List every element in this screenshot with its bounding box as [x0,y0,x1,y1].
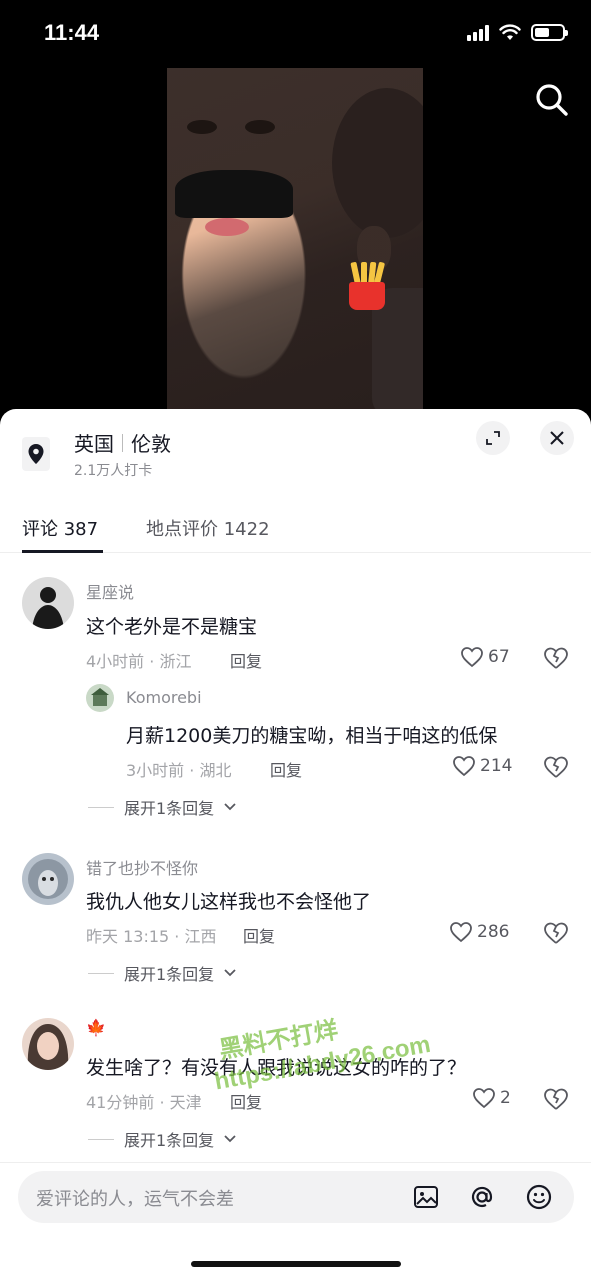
comment-username[interactable]: 错了也抄不怪你 [86,855,198,879]
video-eye-right [245,120,275,134]
home-indicator[interactable] [191,1261,401,1267]
like-count: 286 [477,922,510,942]
avatar[interactable] [22,1018,74,1070]
avatar[interactable] [22,577,74,629]
like-button[interactable]: 286 [449,921,509,943]
heart-icon [473,1088,495,1109]
emoji-icon[interactable] [525,1183,553,1211]
like-count: 67 [488,647,510,667]
expand-panel-button[interactable] [476,421,510,455]
expand-icon [486,431,500,445]
comment-text: 这个老外是不是糖宝 [86,616,258,638]
comment-meta: 41分钟前 · 天津 [86,1093,202,1112]
close-button[interactable] [540,421,574,455]
location-city: 伦敦 [131,432,171,456]
tab-active-indicator [22,550,103,553]
reply-username[interactable]: Komorebi [126,688,202,707]
like-button[interactable]: 214 [452,755,512,777]
location-separator [122,433,123,452]
divider [0,1162,591,1163]
reply-button[interactable]: 回复 [270,757,302,781]
expand-replies[interactable]: 展开1条回复 [88,1127,236,1151]
heart-icon [453,756,475,777]
video-frame[interactable] [167,68,423,413]
expand-line [88,806,114,808]
like-button[interactable]: 67 [460,646,510,668]
close-icon [550,431,564,445]
expand-label: 展开1条回复 [124,965,215,984]
image-icon[interactable] [412,1183,440,1211]
chevron-down-icon [224,969,236,977]
chevron-down-icon [224,803,236,811]
tab-comments[interactable]: 评论 387 [22,515,98,541]
location-pin-icon [22,437,50,471]
reply-avatar[interactable] [86,684,114,712]
wifi-icon [499,24,521,40]
reply-text: 月薪1200美刀的糖宝呦，相当于咱这的低保 [126,725,498,747]
heart-icon [450,922,472,943]
tab-location-reviews[interactable]: 地点评价 1422 [146,515,270,541]
cellular-signal-icon [467,24,489,41]
mention-icon[interactable] [468,1183,496,1211]
comment-input[interactable]: 爱评论的人，运气不会差 [36,1185,234,1211]
comment-username[interactable]: 星座说 [86,579,134,603]
like-count: 214 [480,756,513,776]
comment-username[interactable]: 🍁 [86,1018,106,1037]
status-bar: 11:44 [0,0,591,70]
tab-bar: 评论 387 地点评价 1422 [0,505,591,553]
chevron-down-icon [224,1135,236,1143]
comment-meta: 昨天 13:15 · 江西 [86,927,217,946]
heart-icon [461,647,483,668]
location-title[interactable]: 英国 伦敦 [74,428,171,457]
reply-meta: 3小时前 · 湖北 [126,761,232,780]
video-eye-left [187,120,217,134]
status-icons [467,24,568,41]
dislike-icon[interactable] [543,755,569,779]
comment-text: 我仇人他女儿这样我也不会怪他了 [86,891,372,913]
dislike-icon[interactable] [543,646,569,670]
location-country: 英国 [74,432,114,456]
expand-line [88,972,114,974]
location-checkins: 2.1万人打卡 [74,463,153,479]
comment-input-bar[interactable]: 爱评论的人，运气不会差 [18,1171,574,1223]
like-button[interactable]: 2 [472,1087,511,1109]
avatar[interactable] [22,853,74,905]
reply-button[interactable]: 回复 [243,923,275,947]
battery-icon [531,24,568,41]
expand-replies[interactable]: 展开1条回复 [88,961,236,985]
expand-label: 展开1条回复 [124,1131,215,1150]
status-time: 11:44 [44,20,100,45]
dislike-icon[interactable] [543,921,569,945]
video-lips [205,218,249,236]
comment-meta: 4小时前 · 浙江 [86,652,192,671]
reply-button[interactable]: 回复 [230,648,262,672]
expand-label: 展开1条回复 [124,799,215,818]
mustache-sticker [175,170,293,218]
search-icon[interactable] [532,80,572,120]
expand-line [88,1138,114,1140]
fries-sticker [345,258,389,310]
like-count: 2 [500,1088,511,1108]
expand-replies[interactable]: 展开1条回复 [88,795,236,819]
dislike-icon[interactable] [543,1087,569,1111]
